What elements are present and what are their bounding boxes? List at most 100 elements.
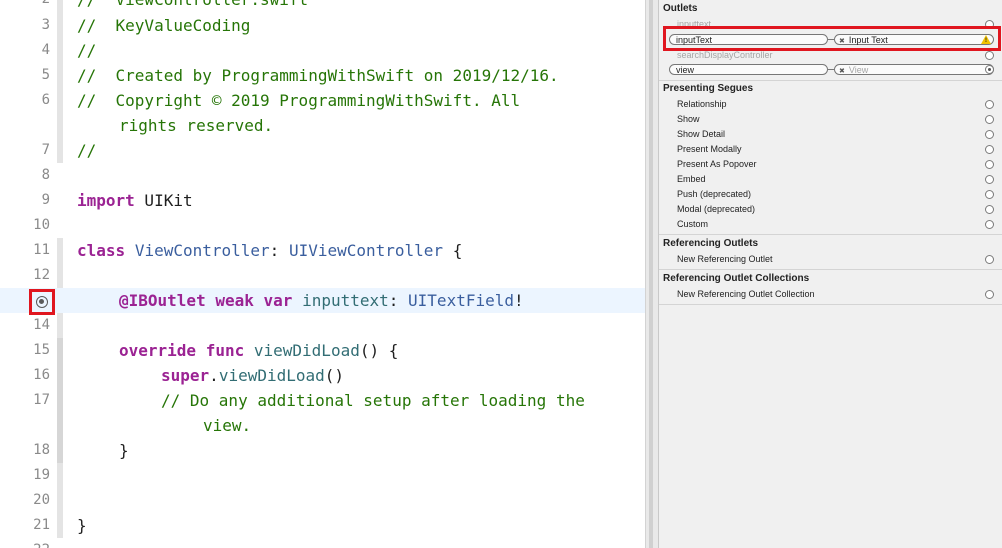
- code-text[interactable]: // Copyright © 2019 ProgrammingWithSwift…: [77, 88, 520, 113]
- line-number: 7: [41, 142, 50, 158]
- code-token: !: [514, 291, 524, 310]
- code-token: (): [324, 366, 345, 385]
- code-token: //: [77, 41, 97, 60]
- code-text[interactable]: rights reserved.: [119, 113, 273, 138]
- line-number: 16: [33, 367, 50, 383]
- new-referencing-outlet-radio[interactable]: [985, 255, 994, 264]
- section-divider: [659, 80, 1002, 81]
- code-token: }: [77, 516, 87, 535]
- code-text[interactable]: //: [77, 138, 96, 163]
- code-token: super: [161, 366, 210, 385]
- splitter-bar[interactable]: [649, 0, 653, 548]
- code-text[interactable]: // Do any additional setup after loading…: [161, 388, 585, 413]
- code-text[interactable]: override func viewDidLoad() {: [119, 338, 398, 363]
- code-line[interactable]: 8: [0, 163, 645, 188]
- segue-radio[interactable]: [985, 115, 994, 124]
- outlet-connection-dot[interactable]: [29, 289, 55, 315]
- code-line[interactable]: view.: [0, 413, 645, 438]
- line-number: 21: [33, 517, 50, 533]
- code-line[interactable]: 17 // Do any additional setup after loadi…: [0, 388, 645, 413]
- code-token: func: [205, 341, 245, 360]
- code-line[interactable]: 18}: [0, 438, 645, 463]
- code-token: weak: [215, 291, 254, 310]
- code-text[interactable]: // ViewController.swift: [77, 0, 308, 12]
- code-line[interactable]: 6 // Copyright © 2019 ProgrammingWithSwif…: [0, 88, 645, 113]
- code-text[interactable]: view.: [203, 413, 251, 438]
- editor-splitter[interactable]: [645, 0, 659, 548]
- code-text[interactable]: // Created by ProgrammingWithSwift on 20…: [77, 63, 559, 88]
- outlet-search-radio[interactable]: [985, 51, 994, 60]
- line-number: 15: [33, 342, 50, 358]
- segue-radio[interactable]: [985, 100, 994, 109]
- outlet-connected-icon[interactable]: [36, 296, 48, 308]
- outlet-view-radio[interactable]: [985, 65, 994, 74]
- line-number: 17: [33, 392, 50, 408]
- code-text[interactable]: @IBOutlet weak var inputtext: UITextFiel…: [119, 288, 524, 313]
- segue-radio[interactable]: [985, 205, 994, 214]
- code-line[interactable]: 21}: [0, 513, 645, 538]
- segue-label: Present As Popover: [677, 159, 757, 169]
- segue-radio[interactable]: [985, 160, 994, 169]
- code-line[interactable]: 7 //: [0, 138, 645, 163]
- code-line[interactable]: 9 import UIKit: [0, 188, 645, 213]
- code-text[interactable]: // KeyValueCoding: [77, 13, 250, 38]
- line-number: 2: [0, 0, 50, 12]
- new-referencing-collection-radio[interactable]: [985, 290, 994, 299]
- code-line[interactable]: 3 // KeyValueCoding: [0, 13, 645, 38]
- outlet-highlight-box: [663, 26, 1001, 51]
- code-token: import: [77, 191, 135, 210]
- section-divider: [659, 304, 1002, 305]
- code-token: class: [77, 241, 126, 260]
- outlet-view-target-pill[interactable]: ✖ View: [834, 64, 994, 75]
- outlets-section-title: Outlets: [663, 3, 698, 14]
- line-number: 14: [33, 317, 50, 333]
- line-number: 12: [33, 267, 50, 283]
- line-number: 4: [41, 42, 50, 58]
- code-token: }: [119, 441, 129, 460]
- code-text[interactable]: }: [77, 513, 87, 538]
- code-editor[interactable]: 2 // ViewController.swift 3 // KeyValueCodi…: [0, 0, 645, 548]
- code-text[interactable]: super.viewDidLoad(): [161, 363, 344, 388]
- code-text[interactable]: import UIKit: [77, 188, 193, 213]
- code-line[interactable]: 4 //: [0, 38, 645, 63]
- segue-radio[interactable]: [985, 175, 994, 184]
- line-number: 18: [33, 442, 50, 458]
- line-number: 11: [33, 242, 50, 258]
- code-line[interactable]: 15 override func viewDidLoad() {: [0, 338, 645, 363]
- code-line[interactable]: rights reserved.: [0, 113, 645, 138]
- code-token: ViewController: [134, 241, 270, 260]
- code-line[interactable]: 14: [0, 313, 645, 338]
- code-line[interactable]: @IBOutlet weak var inputtext: UITextFiel…: [0, 288, 645, 313]
- code-text[interactable]: //: [77, 38, 96, 63]
- code-line[interactable]: 20: [0, 488, 645, 513]
- segue-radio[interactable]: [985, 220, 994, 229]
- code-line[interactable]: 19: [0, 463, 645, 488]
- segue-radio[interactable]: [985, 130, 994, 139]
- segue-label: Push (deprecated): [677, 189, 752, 199]
- code-token: var: [263, 291, 293, 310]
- code-token: .: [209, 366, 219, 385]
- segue-label: Embed: [677, 174, 706, 184]
- code-line[interactable]: 12: [0, 263, 645, 288]
- code-line[interactable]: 2 // ViewController.swift: [0, 0, 645, 12]
- code-token: viewDidLoad: [218, 366, 325, 385]
- outlet-view-target: View: [848, 65, 869, 75]
- segue-radio[interactable]: [985, 190, 994, 199]
- code-line[interactable]: 5 // Created by ProgrammingWithSwift on 2…: [0, 63, 645, 88]
- code-token: UIKit: [134, 191, 193, 210]
- code-line[interactable]: 22: [0, 538, 645, 548]
- code-text[interactable]: }: [119, 438, 129, 463]
- code-line[interactable]: 16 super.viewDidLoad(): [0, 363, 645, 388]
- code-line[interactable]: 10: [0, 213, 645, 238]
- code-token: rights reserved.: [119, 116, 274, 135]
- segue-radio[interactable]: [985, 145, 994, 154]
- disconnect-icon[interactable]: ✖: [839, 68, 845, 75]
- code-line[interactable]: 11 class ViewController: UIViewController…: [0, 238, 645, 263]
- code-text[interactable]: class ViewController: UIViewController {: [77, 238, 462, 263]
- code-token: () {: [359, 341, 399, 360]
- code-token: UIViewController: [288, 241, 444, 260]
- outlet-view-pill[interactable]: view: [669, 64, 828, 75]
